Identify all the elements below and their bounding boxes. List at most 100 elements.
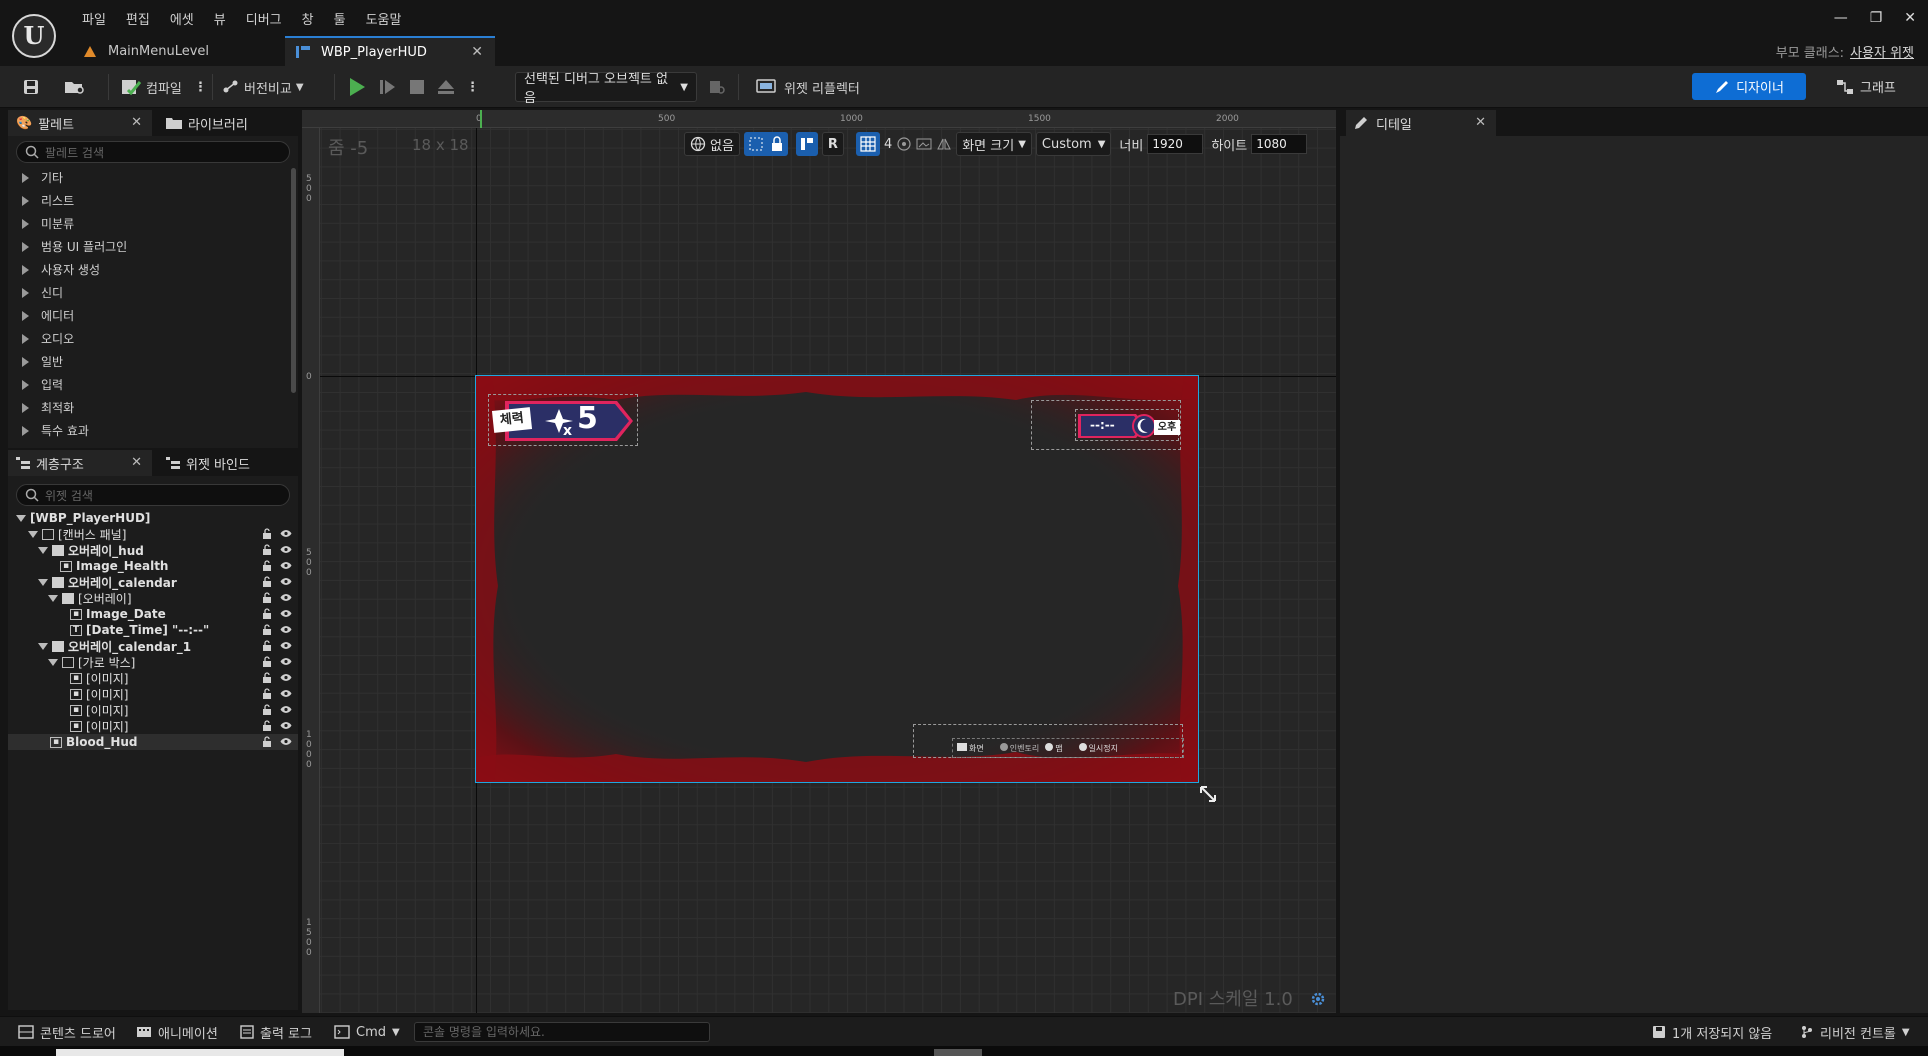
screen-size-dropdown[interactable]: 화면 크기 ▼ — [956, 132, 1032, 156]
tab-details[interactable]: 디테일 ✕ — [1346, 110, 1496, 136]
eye-icon[interactable] — [280, 673, 292, 682]
width-input[interactable]: 1920 — [1147, 134, 1204, 154]
debug-find-button[interactable] — [708, 73, 726, 101]
step-icon[interactable] — [378, 77, 398, 97]
collapse-icon[interactable] — [48, 594, 58, 602]
close-icon[interactable]: ✕ — [131, 115, 142, 130]
lock-icon[interactable] — [262, 688, 272, 699]
unsaved-button[interactable]: 1개 저장되지 않음 — [1652, 1023, 1772, 1042]
palette-category[interactable]: 일반 — [18, 350, 63, 373]
lock-icon[interactable] — [262, 640, 272, 651]
widget-reflector-button[interactable]: 위젯 리플렉터 — [756, 73, 860, 101]
revision-control-button[interactable]: 리비전 컨트롤 ▼ — [1800, 1023, 1910, 1042]
tree-item-image-date[interactable]: ▪ Image_Date — [8, 606, 298, 622]
save-button[interactable] — [22, 73, 40, 101]
eye-icon[interactable] — [280, 593, 292, 602]
eye-icon[interactable] — [280, 737, 292, 746]
widget-canvas[interactable]: 체력 x 5 --:-- 오후 화면 인벤토리 맵 일시정지 — [475, 375, 1199, 783]
tree-item-overlay-calendar-1[interactable]: 오버레이_calendar_1 — [8, 638, 298, 654]
output-log-button[interactable]: 출력 로그 — [240, 1023, 312, 1042]
debug-object-dropdown[interactable]: 선택된 디버그 오브젝트 없음 ▼ — [515, 72, 697, 106]
palette-category[interactable]: 리스트 — [18, 189, 74, 212]
tree-item-image[interactable]: ▪ [이미지] — [8, 702, 298, 718]
menu-tools[interactable]: 툴 — [324, 10, 356, 32]
lock-icon[interactable] — [262, 672, 272, 683]
gear-icon[interactable] — [1310, 991, 1326, 1007]
respect-locks-toggle[interactable] — [743, 132, 788, 156]
rtl-preview-button[interactable]: R — [821, 132, 844, 156]
close-window-icon[interactable]: ✕ — [1904, 10, 1916, 26]
eye-icon[interactable] — [280, 657, 292, 666]
tree-item-image[interactable]: ▪ [이미지] — [8, 686, 298, 702]
eye-icon[interactable] — [280, 529, 292, 538]
tab-main-menu-level[interactable]: MainMenuLevel — [72, 36, 282, 66]
graph-button[interactable]: 그래프 — [1836, 73, 1896, 100]
date-overlay[interactable]: --:-- 오후 — [1075, 409, 1180, 441]
collapse-icon[interactable] — [28, 530, 38, 538]
flip-icon[interactable] — [936, 136, 952, 152]
palette-category[interactable]: 에디터 — [18, 304, 74, 327]
lock-icon[interactable] — [262, 592, 272, 603]
tab-widget-bind[interactable]: 위젯 바인드 — [158, 450, 298, 476]
bottom-overlay[interactable]: 화면 인벤토리 맵 일시정지 — [913, 724, 1184, 758]
tree-item-horizontal-box[interactable]: [가로 박스] — [8, 654, 298, 670]
palette-category[interactable]: 범용 UI 플러그인 — [18, 235, 127, 258]
tree-item-overlay-hud[interactable]: 오버레이_hud — [8, 542, 298, 558]
tree-item-image[interactable]: ▪ [이미지] — [8, 670, 298, 686]
eye-icon[interactable] — [280, 609, 292, 618]
lock-icon[interactable] — [262, 544, 272, 555]
hierarchy-search-input[interactable]: 위젯 검색 — [16, 484, 290, 506]
unreal-logo-icon[interactable]: U — [12, 14, 56, 58]
tab-hierarchy[interactable]: 계층구조 ✕ — [8, 450, 152, 476]
lock-icon[interactable] — [262, 576, 272, 587]
eye-icon[interactable] — [280, 705, 292, 714]
palette-category[interactable]: 신디 — [18, 281, 63, 304]
lock-icon[interactable] — [262, 528, 272, 539]
menu-asset[interactable]: 에셋 — [160, 10, 204, 32]
compile-button[interactable]: 컴파일 ⋮ — [120, 73, 207, 101]
compile-options-icon[interactable]: ⋮ — [194, 80, 207, 95]
version-control-button[interactable]: 버전비교 ▼ — [222, 73, 304, 101]
horizontal-box[interactable]: 화면 인벤토리 맵 일시정지 — [952, 738, 1184, 758]
palette-search-input[interactable]: 팔레트 검색 — [16, 141, 290, 163]
menu-help[interactable]: 도움말 — [356, 10, 412, 32]
eject-icon[interactable] — [436, 77, 456, 97]
tree-item-image-health[interactable]: ▪ Image_Health — [8, 558, 298, 574]
menu-window[interactable]: 창 — [292, 10, 324, 32]
palette-category[interactable]: 사용자 생성 — [18, 258, 100, 281]
tree-item-root[interactable]: [WBP_PlayerHUD] — [8, 510, 298, 526]
close-icon[interactable]: ✕ — [131, 455, 142, 470]
browse-button[interactable] — [64, 73, 86, 101]
height-input[interactable]: 1080 — [1251, 134, 1308, 154]
health-overlay[interactable]: 체력 x 5 — [488, 394, 638, 446]
play-icon[interactable] — [346, 76, 368, 98]
play-options-icon[interactable]: ⋮ — [466, 80, 479, 95]
palette-category[interactable]: 특수 효과 — [18, 419, 89, 442]
calendar-overlay[interactable]: --:-- 오후 — [1031, 400, 1181, 450]
stop-icon[interactable] — [408, 78, 426, 96]
lock-icon[interactable] — [262, 608, 272, 619]
eye-icon[interactable] — [280, 721, 292, 730]
collapse-icon[interactable] — [38, 546, 48, 554]
lock-icon[interactable] — [262, 704, 272, 715]
palette-category[interactable]: 오디오 — [18, 327, 74, 350]
parent-class-link[interactable]: 사용자 위젯 — [1850, 46, 1914, 61]
palette-scrollbar[interactable] — [291, 168, 296, 393]
localization-preview-button[interactable]: 없음 — [684, 132, 740, 156]
lock-icon[interactable] — [262, 624, 272, 635]
palette-category[interactable]: 미분류 — [18, 212, 74, 235]
tab-library[interactable]: 라이브러리 — [158, 110, 298, 136]
tree-item-overlay[interactable]: [오버레이] — [8, 590, 298, 606]
eye-icon[interactable] — [280, 561, 292, 570]
resize-handle-icon[interactable] — [1198, 784, 1218, 804]
content-drawer-button[interactable]: 콘텐츠 드로어 — [18, 1023, 116, 1042]
taskbar-item[interactable] — [934, 1049, 982, 1056]
menu-edit[interactable]: 편집 — [116, 10, 160, 32]
tab-palette[interactable]: 🎨 팔레트 ✕ — [8, 110, 152, 136]
palette-category[interactable]: 입력 — [18, 373, 63, 396]
palette-category[interactable]: 기타 — [18, 166, 63, 189]
tree-item-image[interactable]: ▪ [이미지] — [8, 718, 298, 734]
animation-button[interactable]: 애니메이션 — [136, 1023, 218, 1042]
lock-icon[interactable] — [262, 560, 272, 571]
eye-icon[interactable] — [280, 689, 292, 698]
